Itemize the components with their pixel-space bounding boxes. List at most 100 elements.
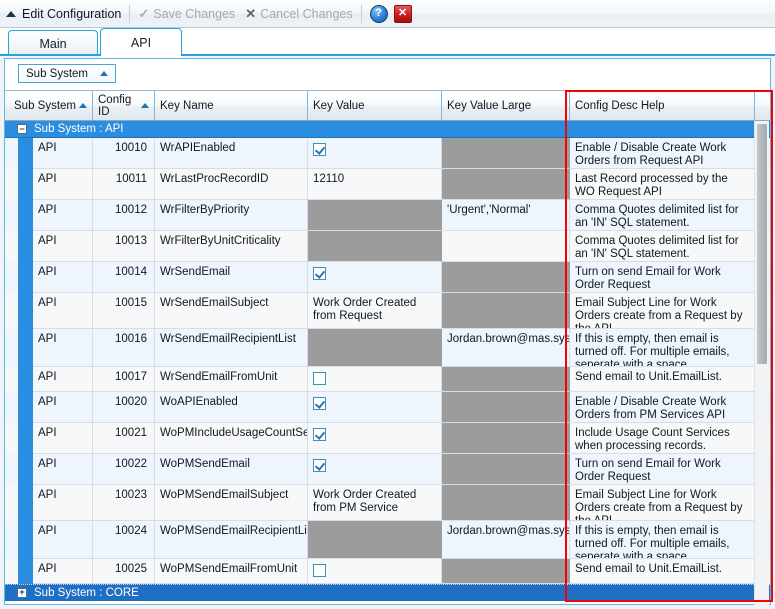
cell-key-name[interactable]: WoPMIncludeUsageCountServices	[155, 423, 308, 454]
grid-header-sub_system[interactable]: Sub System	[9, 91, 93, 120]
cell-config-desc-help[interactable]: If this is empty, then email is turned o…	[570, 521, 755, 559]
cell-key-value[interactable]	[308, 367, 442, 392]
vertical-scrollbar-thumb[interactable]	[757, 124, 767, 364]
vertical-scrollbar[interactable]	[754, 121, 769, 605]
cell-key-value[interactable]	[308, 392, 442, 423]
help-icon[interactable]: ?	[369, 4, 388, 23]
cell-config-desc-help[interactable]: Turn on send Email for Work Order Reques…	[570, 262, 755, 293]
cell-key-name[interactable]: WoPMSendEmailFromUnit	[155, 559, 308, 584]
collapse-caret-icon[interactable]	[6, 11, 16, 17]
group-header-row-api[interactable]: − Sub System : API	[5, 121, 770, 138]
cell-key-name[interactable]: WrFilterByPriority	[155, 200, 308, 231]
cell-config-desc-help[interactable]: Send email to Unit.EmailList.	[570, 559, 755, 584]
grid-header-config_desc_help[interactable]: Config Desc Help	[570, 91, 755, 120]
cell-key-value-large[interactable]	[442, 423, 570, 454]
cell-config-desc-help[interactable]: Turn on send Email for Work Order Reques…	[570, 454, 755, 485]
cell-key-value[interactable]	[308, 231, 442, 262]
cell-key-value[interactable]	[308, 200, 442, 231]
cell-key-value-large[interactable]	[442, 454, 570, 485]
cell-config-id[interactable]: 10021	[93, 423, 155, 454]
cell-key-name[interactable]: WrLastProcRecordID	[155, 169, 308, 200]
cell-config-desc-help[interactable]: Send email to Unit.EmailList.	[570, 367, 755, 392]
cell-config-id[interactable]: 10015	[93, 293, 155, 329]
tab-main[interactable]: Main	[8, 30, 98, 56]
grid-header-key_name[interactable]: Key Name	[155, 91, 308, 120]
cell-config-id[interactable]: 10023	[93, 485, 155, 521]
cell-config-id[interactable]: 10017	[93, 367, 155, 392]
cell-key-value[interactable]	[308, 521, 442, 559]
cell-config-id[interactable]: 10022	[93, 454, 155, 485]
cell-key-name[interactable]: WrSendEmailSubject	[155, 293, 308, 329]
cell-key-value-large[interactable]	[442, 485, 570, 521]
cell-key-value-large[interactable]	[442, 138, 570, 169]
cell-config-desc-help[interactable]: Enable / Disable Create Work Orders from…	[570, 392, 755, 423]
table-row[interactable]: API 10013 WrFilterByUnitCriticality Comma Q…	[5, 231, 770, 262]
sort-ascending-icon[interactable]	[79, 103, 87, 108]
cell-config-id[interactable]: 10013	[93, 231, 155, 262]
cell-sub-system[interactable]: API	[33, 423, 93, 454]
cell-sub-system[interactable]: API	[33, 367, 93, 392]
cell-key-value[interactable]	[308, 138, 442, 169]
cell-sub-system[interactable]: API	[33, 262, 93, 293]
group-header-row-core[interactable]: + Sub System : CORE	[5, 584, 770, 601]
table-row[interactable]: API 10011 WrLastProcRecordID 12110 Last Reco…	[5, 169, 770, 200]
cell-key-name[interactable]: WrFilterByUnitCriticality	[155, 231, 308, 262]
cell-sub-system[interactable]: API	[33, 231, 93, 262]
table-row[interactable]: API 10020 WoAPIEnabled Enable / Disable Cre…	[5, 392, 770, 423]
cell-key-value-large[interactable]	[442, 392, 570, 423]
cell-config-desc-help[interactable]: If this is empty, then email is turned o…	[570, 329, 755, 367]
table-row[interactable]: API 10022 WoPMSendEmail Turn on send Email …	[5, 454, 770, 485]
cell-key-value-large[interactable]	[442, 293, 570, 329]
grid-header-key_value[interactable]: Key Value	[308, 91, 442, 120]
table-row[interactable]: API 10010 WrAPIEnabled Enable / Disable Cre…	[5, 138, 770, 169]
checkbox-checked-icon[interactable]	[313, 267, 326, 280]
cell-sub-system[interactable]: API	[33, 293, 93, 329]
cell-sub-system[interactable]: API	[33, 454, 93, 485]
cell-sub-system[interactable]: API	[33, 138, 93, 169]
expand-group-icon[interactable]: +	[17, 587, 27, 598]
tab-api[interactable]: API	[100, 28, 182, 58]
cell-key-value[interactable]	[308, 559, 442, 584]
cell-config-desc-help[interactable]: Include Usage Count Services when proces…	[570, 423, 755, 454]
table-row[interactable]: API 10023 WoPMSendEmailSubject Work Order C…	[5, 485, 770, 521]
cell-config-id[interactable]: 10024	[93, 521, 155, 559]
cell-key-name[interactable]: WoAPIEnabled	[155, 392, 308, 423]
table-row[interactable]: API 10012 WrFilterByPriority 'Urgent','Norm…	[5, 200, 770, 231]
cell-sub-system[interactable]: API	[33, 521, 93, 559]
cell-key-value-large[interactable]: Jordan.brown@mas.systems	[442, 329, 570, 367]
cell-config-desc-help[interactable]: Email Subject Line for Work Orders creat…	[570, 485, 755, 521]
cell-key-value-large[interactable]: 'Urgent','Normal'	[442, 200, 570, 231]
cell-key-name[interactable]: WrSendEmail	[155, 262, 308, 293]
cell-config-id[interactable]: 10025	[93, 559, 155, 584]
cell-sub-system[interactable]: API	[33, 169, 93, 200]
cell-config-desc-help[interactable]: Email Subject Line for Work Orders creat…	[570, 293, 755, 329]
cell-key-value-large[interactable]: Jordan.brown@mas.systems	[442, 521, 570, 559]
cell-config-id[interactable]: 10014	[93, 262, 155, 293]
checkbox-checked-icon[interactable]	[313, 143, 326, 156]
cell-sub-system[interactable]: API	[33, 485, 93, 521]
cell-key-value[interactable]: Work Order Created from PM Service	[308, 485, 442, 521]
cell-config-desc-help[interactable]: Last Record processed by the WO Request …	[570, 169, 755, 200]
cell-config-desc-help[interactable]: Comma Quotes delimited list for an 'IN' …	[570, 200, 755, 231]
save-changes-button[interactable]: ✓ Save Changes	[138, 7, 235, 21]
cell-sub-system[interactable]: API	[33, 329, 93, 367]
cell-key-name[interactable]: WoPMSendEmail	[155, 454, 308, 485]
cell-config-desc-help[interactable]: Comma Quotes delimited list for an 'IN' …	[570, 231, 755, 262]
sort-ascending-icon[interactable]	[141, 103, 149, 108]
grid-header-key_value_large[interactable]: Key Value Large	[442, 91, 570, 120]
table-row[interactable]: API 10016 WrSendEmailRecipientList Jordan.b…	[5, 329, 770, 367]
table-row[interactable]: API10021WoPMIncludeUsageCountServices Inc…	[5, 423, 770, 454]
cell-key-name[interactable]: WoPMSendEmailSubject	[155, 485, 308, 521]
table-row[interactable]: API 10015 WrSendEmailSubject Work Order Cre…	[5, 293, 770, 329]
table-row[interactable]: API 10024 WoPMSendEmailRecipientList Jordan…	[5, 521, 770, 559]
cell-config-desc-help[interactable]: Enable / Disable Create Work Orders from…	[570, 138, 755, 169]
cell-key-value[interactable]: Work Order Created from Request	[308, 293, 442, 329]
cell-key-name[interactable]: WrSendEmailRecipientList	[155, 329, 308, 367]
cell-key-name[interactable]: WoPMSendEmailRecipientList	[155, 521, 308, 559]
cell-key-value-large[interactable]	[442, 262, 570, 293]
checkbox-checked-icon[interactable]	[313, 397, 326, 410]
cell-config-id[interactable]: 10016	[93, 329, 155, 367]
table-row[interactable]: API 10025 WoPMSendEmailFromUnit Send email …	[5, 559, 770, 584]
cancel-changes-button[interactable]: ✕ Cancel Changes	[245, 7, 352, 21]
cell-key-value[interactable]: 12110	[308, 169, 442, 200]
